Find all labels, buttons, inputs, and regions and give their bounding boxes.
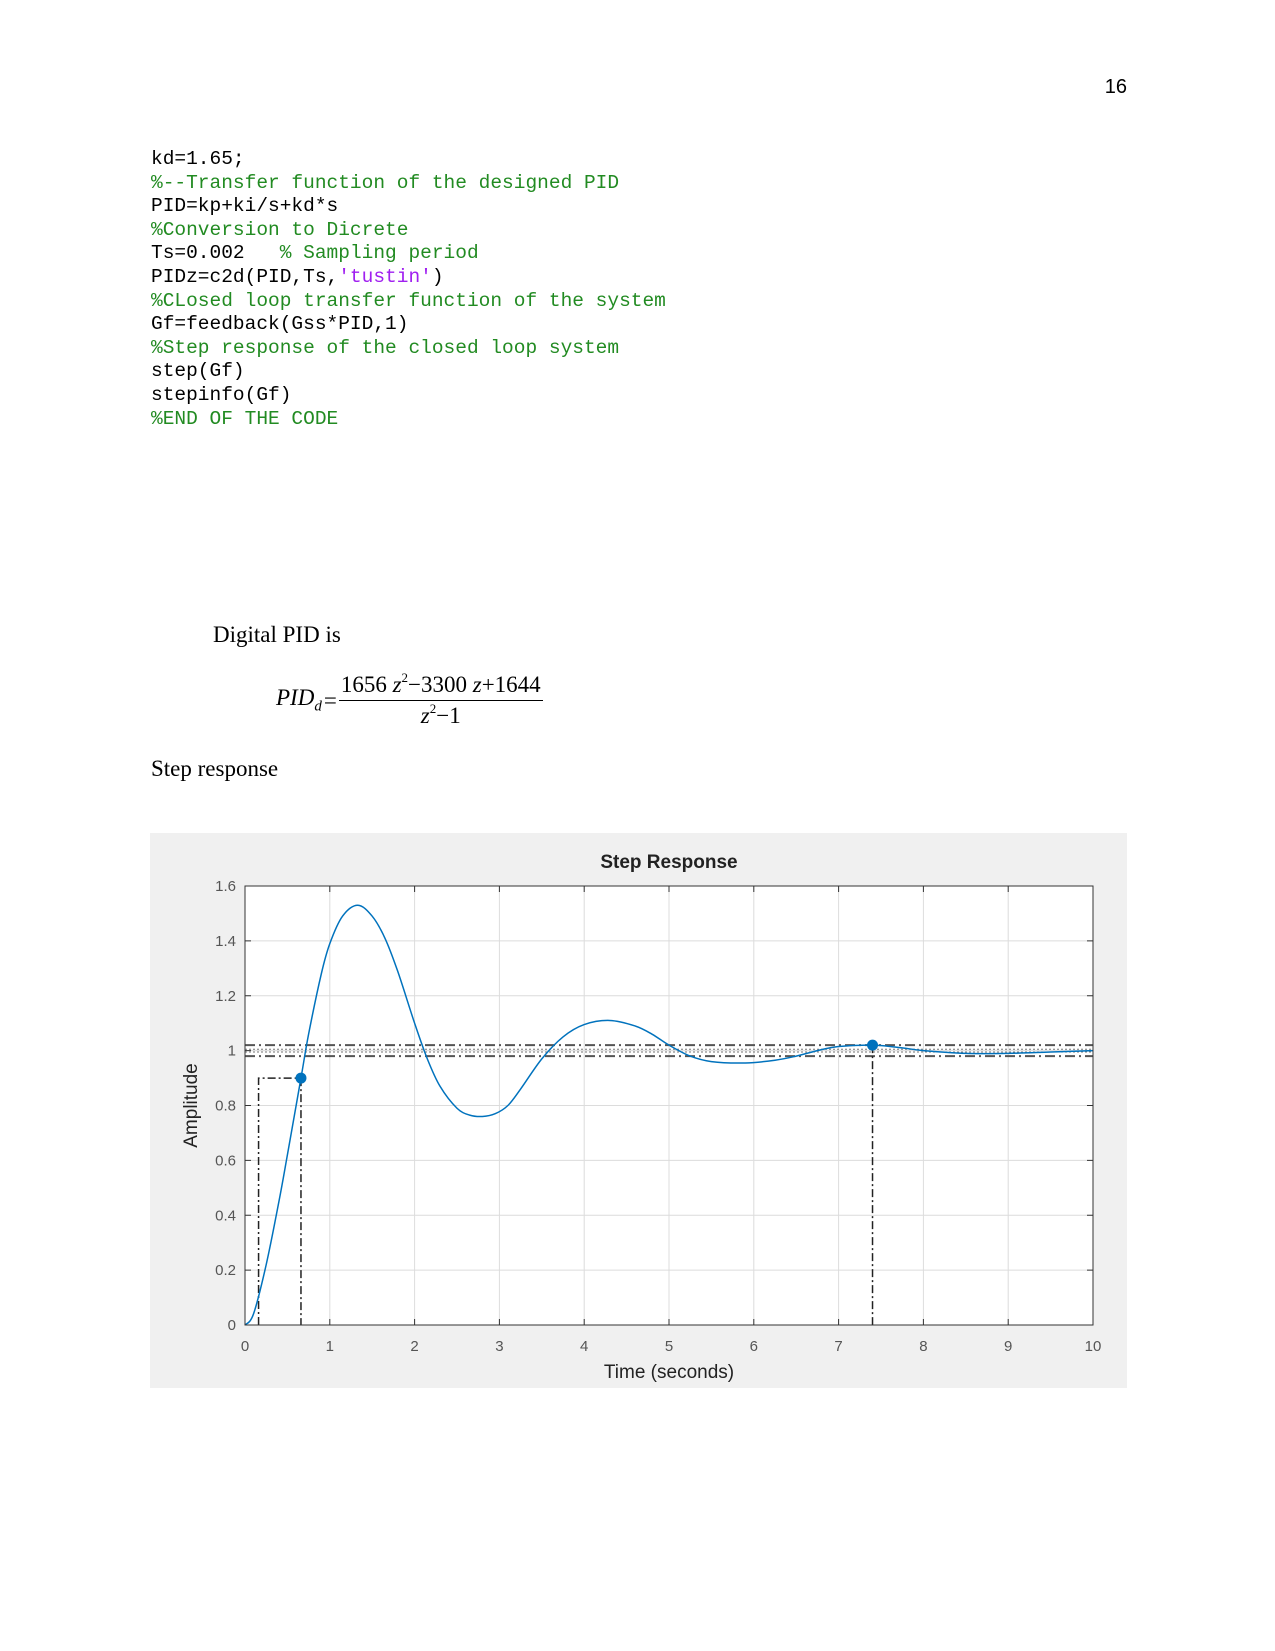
digital-pid-equation: PIDd = 1656 z2−3300 z+1644 z2−1	[276, 671, 543, 729]
code-token-string: 'tustin'	[338, 265, 432, 288]
marker-rise-time	[295, 1072, 307, 1084]
code-token-code: stepinfo(Gf)	[151, 383, 292, 406]
step-response-chart: 0 1 2 3 4 5 6 7 8 9 10 0 0.2 0.4 0.6 0.8 1 1.2 1.4 1.6 Step …	[150, 833, 1127, 1388]
code-line: stepinfo(Gf)	[151, 384, 666, 408]
y-tick-label: 0.2	[215, 1262, 236, 1279]
denominator: z2−1	[420, 701, 461, 728]
code-line: step(Gf)	[151, 360, 666, 384]
code-token-code: )	[431, 265, 444, 288]
code-token-code: PID=kp+ki/s+kd*s	[151, 195, 339, 218]
x-tick-label: 0	[241, 1338, 249, 1355]
code-line: Ts=0.002 % Sampling period	[151, 242, 666, 266]
x-tick-label: 8	[919, 1338, 927, 1355]
page-number: 16	[1104, 76, 1127, 98]
x-tick-label: 5	[665, 1338, 673, 1355]
code-line: %END OF THE CODE	[151, 408, 666, 432]
code-line: %--Transfer function of the designed PID	[151, 172, 666, 196]
x-tick-label: 9	[1004, 1338, 1012, 1355]
code-token-comment: %--Transfer function of the designed PID	[151, 171, 620, 194]
matlab-code-block: kd=1.65; %--Transfer function of the desi…	[151, 148, 666, 431]
y-tick-label: 1	[228, 1043, 236, 1060]
code-token-code: PIDz=c2d(PID,Ts,	[151, 265, 339, 288]
code-token-code: Gf=feedback(Gss*PID,1)	[151, 313, 409, 336]
y-tick-label: 0.6	[215, 1152, 236, 1169]
chart-svg: 0 1 2 3 4 5 6 7 8 9 10 0 0.2 0.4 0.6 0.8 1 1.2 1.4 1.6 Step …	[181, 852, 1102, 1383]
x-tick-label: 6	[750, 1338, 758, 1355]
code-line: %CLosed loop transfer function of the sy…	[151, 290, 666, 314]
code-token-comment: %CLosed loop transfer function of the sy…	[151, 289, 666, 312]
y-axis-label: Amplitude	[181, 1063, 202, 1148]
x-tick-label: 2	[410, 1338, 418, 1355]
chart-title: Step Response	[600, 852, 737, 873]
x-axis-label: Time (seconds)	[604, 1362, 734, 1383]
code-line: PID=kp+ki/s+kd*s	[151, 195, 666, 219]
code-token-code: kd=1.65;	[151, 148, 245, 170]
x-tick-label: 1	[326, 1338, 334, 1355]
x-tick-label: 3	[495, 1338, 503, 1355]
code-token-code: step(Gf)	[151, 360, 245, 383]
fraction: 1656 z2−3300 z+1644 z2−1	[338, 671, 543, 729]
digital-pid-label: Digital PID is	[213, 622, 341, 647]
code-line: kd=1.65;	[151, 148, 666, 172]
x-tick-label: 4	[580, 1338, 588, 1355]
equals-sign: =	[323, 687, 337, 713]
marker-settling-time	[867, 1039, 879, 1051]
code-line: PIDz=c2d(PID,Ts,'tustin')	[151, 266, 666, 290]
code-line: %Step response of the closed loop system	[151, 337, 666, 361]
code-token-comment: %Step response of the closed loop system	[151, 336, 620, 359]
equation-lhs: PIDd	[276, 685, 322, 715]
y-tick-label: 1.4	[215, 933, 236, 950]
y-tick-label: 0	[228, 1317, 236, 1334]
y-tick-label: 1.6	[215, 878, 236, 895]
step-response-label: Step response	[151, 756, 279, 781]
code-token-comment: % Sampling period	[279, 242, 479, 265]
numerator: 1656 z2−3300 z+1644	[338, 671, 543, 701]
y-tick-label: 0.8	[215, 1098, 236, 1115]
x-tick-label: 7	[834, 1338, 842, 1355]
code-token-comment: %Conversion to Dicrete	[151, 218, 409, 241]
y-tick-label: 0.4	[215, 1207, 236, 1224]
x-tick-label: 10	[1085, 1338, 1102, 1355]
code-line: Gf=feedback(Gss*PID,1)	[151, 313, 666, 337]
code-token-comment: %END OF THE CODE	[151, 407, 339, 430]
y-tick-label: 1.2	[215, 988, 236, 1005]
code-token-code: Ts=0.002	[151, 242, 280, 265]
code-line: %Conversion to Dicrete	[151, 219, 666, 243]
